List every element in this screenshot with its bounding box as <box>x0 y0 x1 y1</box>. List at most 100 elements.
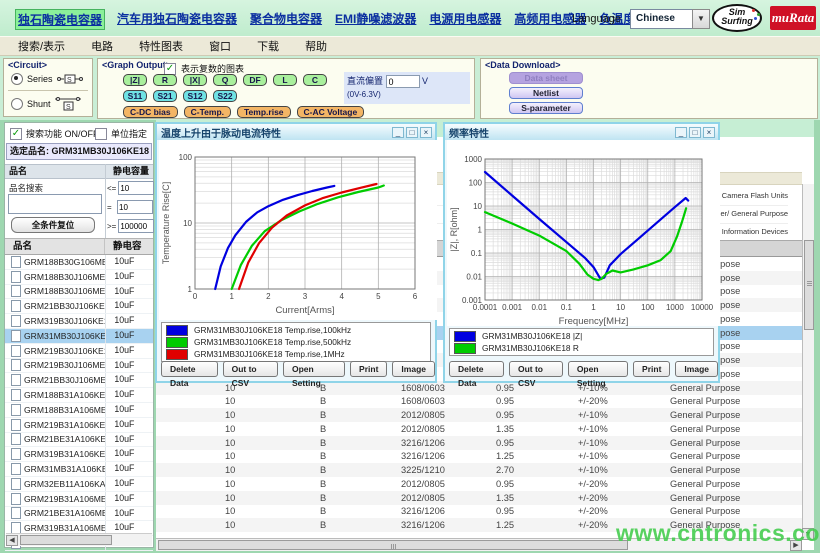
part-list-item[interactable]: GRM31MB30J106KE1810uF <box>5 329 153 344</box>
part-list-item[interactable]: GRM188B30J106ME8410uF <box>5 285 153 300</box>
part-list-item[interactable]: GRM319B31A106KE1810uF <box>5 447 153 462</box>
close-icon[interactable]: × <box>703 127 715 138</box>
minimize-icon[interactable]: _ <box>392 127 404 138</box>
characteristic-button[interactable]: Temp.rise <box>237 106 291 118</box>
characteristic-button[interactable]: C-Temp. <box>184 106 231 118</box>
maximize-icon[interactable]: □ <box>689 127 701 138</box>
part-list-item[interactable]: GRM219B30J106ME1810uF <box>5 359 153 374</box>
part-list-item[interactable]: GRM31MB31A106KE1810uF <box>5 462 153 477</box>
characteristic-button[interactable]: C-DC bias <box>123 106 178 118</box>
window-action-button[interactable]: Open Setting <box>283 361 345 377</box>
sparam-button[interactable]: S12 <box>183 90 207 102</box>
search-toggle-option[interactable]: ✓ 搜索功能 ON/OFF <box>10 127 99 140</box>
frequency-window-titlebar[interactable]: 频率特性 _ □ × <box>445 124 718 140</box>
vertical-scrollbar[interactable] <box>802 184 814 540</box>
temp-rise-window-titlebar[interactable]: 温度上升由于脉动电流特性 _ □ × <box>157 124 435 140</box>
circuit-option-shunt[interactable]: Shunt S <box>11 96 81 112</box>
window-action-button[interactable]: Open Setting <box>568 361 628 377</box>
reset-all-conditions-button[interactable]: 全条件复位 <box>11 217 95 233</box>
window-action-button[interactable]: Image <box>392 361 435 377</box>
menu-item[interactable]: 窗口 <box>209 38 231 54</box>
part-list-horizontal-scrollbar[interactable]: ◀ <box>6 533 152 546</box>
window-action-button[interactable]: Image <box>675 361 718 377</box>
window-action-button[interactable]: Delete Data <box>449 361 504 377</box>
sparam-button[interactable]: S22 <box>213 90 237 102</box>
product-nav-link[interactable]: EMI静噪滤波器 <box>335 10 416 29</box>
dc-bias-input[interactable] <box>386 75 420 88</box>
part-list-item[interactable]: GRM188B30J106ME4710uF <box>5 270 153 285</box>
unit-specify-option[interactable]: 单位指定 <box>95 127 147 140</box>
sparam-button[interactable]: S11 <box>123 90 147 102</box>
scroll-left-arrow-icon[interactable]: ◀ <box>6 535 18 546</box>
maximize-icon[interactable]: □ <box>406 127 418 138</box>
search-toggle-checkbox[interactable]: ✓ <box>10 128 22 140</box>
product-nav-link[interactable]: 独石陶瓷电容器 <box>16 10 104 29</box>
search-toggle-label: 搜索功能 ON/OFF <box>26 127 99 140</box>
table-row[interactable]: 10B2012/08051.35+/-10%General Purpose <box>156 422 802 436</box>
part-list-scrollbar-thumb[interactable] <box>20 535 112 545</box>
table-row[interactable]: 10B3225/12102.70+/-10%General Purpose <box>156 463 802 477</box>
language-select[interactable]: Chinese <box>630 9 699 29</box>
menu-item[interactable]: 特性图表 <box>139 38 183 54</box>
param-button[interactable]: |Z| <box>123 74 147 86</box>
table-row[interactable]: 10B3216/12060.95+/-20%General Purpose <box>156 505 802 519</box>
characteristic-button[interactable]: C-AC Voltage <box>297 106 365 118</box>
part-list-item[interactable]: GRM219B30J106KE1810uF <box>5 344 153 359</box>
capacitance-filter-input[interactable] <box>118 181 154 195</box>
download-button[interactable]: S-parameter <box>509 102 583 114</box>
table-row[interactable]: 10B2012/08051.35+/-20%General Purpose <box>156 491 802 505</box>
part-list-item[interactable]: GRM21BB30J106KE1810uF <box>5 299 153 314</box>
param-button[interactable]: DF <box>243 74 267 86</box>
part-list-item[interactable]: GRM21BE31A106ME1810uF <box>5 507 153 522</box>
series-radio[interactable] <box>11 73 23 85</box>
table-row[interactable]: 10B2012/08050.95+/-20%General Purpose <box>156 477 802 491</box>
table-row[interactable]: 10B3216/12061.25+/-10%General Purpose <box>156 450 802 464</box>
part-list-item[interactable]: GRM188B30G106ME4610uF <box>5 255 153 270</box>
table-row[interactable]: 10B3216/12060.95+/-10%General Purpose <box>156 436 802 450</box>
window-action-button[interactable]: Out to CSV <box>223 361 278 377</box>
product-nav-link[interactable]: 汽车用独石陶瓷电容器 <box>117 10 237 29</box>
table-row[interactable]: 10B2012/08050.95+/-10%General Purpose <box>156 408 802 422</box>
shunt-radio[interactable] <box>11 98 23 110</box>
menu-item[interactable]: 电路 <box>91 38 113 54</box>
show-multiple-graphs-checkbox[interactable]: ✓ <box>164 63 176 75</box>
window-action-button[interactable]: Print <box>633 361 670 377</box>
param-button[interactable]: |X| <box>183 74 207 86</box>
part-list-item[interactable]: GRM21BB30J106ME1810uF <box>5 373 153 388</box>
capacitance-filter-input[interactable] <box>117 200 153 214</box>
product-nav-link[interactable]: 电源用电感器 <box>429 10 501 29</box>
part-list-item[interactable]: GRM32EB11A106KA0110uF <box>5 477 153 492</box>
param-button[interactable]: L <box>273 74 297 86</box>
capacitance-filter-input[interactable] <box>118 219 154 233</box>
param-button[interactable]: Q <box>213 74 237 86</box>
close-icon[interactable]: × <box>420 127 432 138</box>
part-capacitance: 10uF <box>105 477 153 491</box>
part-list-item[interactable]: GRM319B30J106KE1810uF <box>5 314 153 329</box>
part-list-item[interactable]: GRM219B31A106ME4410uF <box>5 492 153 507</box>
minimize-icon[interactable]: _ <box>675 127 687 138</box>
part-list-item[interactable]: GRM219B31A106KE4410uF <box>5 418 153 433</box>
download-button[interactable]: Netlist <box>509 87 583 99</box>
vertical-scrollbar-thumb[interactable] <box>804 240 814 330</box>
param-button[interactable]: R <box>153 74 177 86</box>
window-action-button[interactable]: Out to CSV <box>509 361 563 377</box>
menu-item[interactable]: 下载 <box>257 38 279 54</box>
product-nav-link[interactable]: 聚合物电容器 <box>250 10 322 29</box>
circuit-option-series[interactable]: Series S <box>11 73 83 85</box>
part-name-search-input[interactable] <box>8 194 102 214</box>
window-action-button[interactable]: Print <box>350 361 387 377</box>
part-list-item[interactable]: GRM21BE31A106KE1810uF <box>5 433 153 448</box>
menu-item[interactable]: 帮助 <box>305 38 327 54</box>
language-dropdown-arrow-icon[interactable]: ▼ <box>692 9 710 29</box>
param-button[interactable]: C <box>303 74 327 86</box>
menu-item[interactable]: 搜索/表示 <box>18 38 65 54</box>
table-row[interactable]: 10B1608/06030.95+/-20%General Purpose <box>156 395 802 409</box>
horizontal-scrollbar-thumb[interactable] <box>158 540 628 550</box>
download-button[interactable]: Data sheet <box>509 72 583 84</box>
window-action-button[interactable]: Delete Data <box>161 361 218 377</box>
part-list-item[interactable]: GRM188B31A106KE6910uF <box>5 388 153 403</box>
table-cell: 2012/0805 <box>394 493 489 503</box>
sparam-button[interactable]: S21 <box>153 90 177 102</box>
unit-specify-checkbox[interactable] <box>95 128 107 140</box>
part-list-item[interactable]: GRM188B31A106ME6910uF <box>5 403 153 418</box>
